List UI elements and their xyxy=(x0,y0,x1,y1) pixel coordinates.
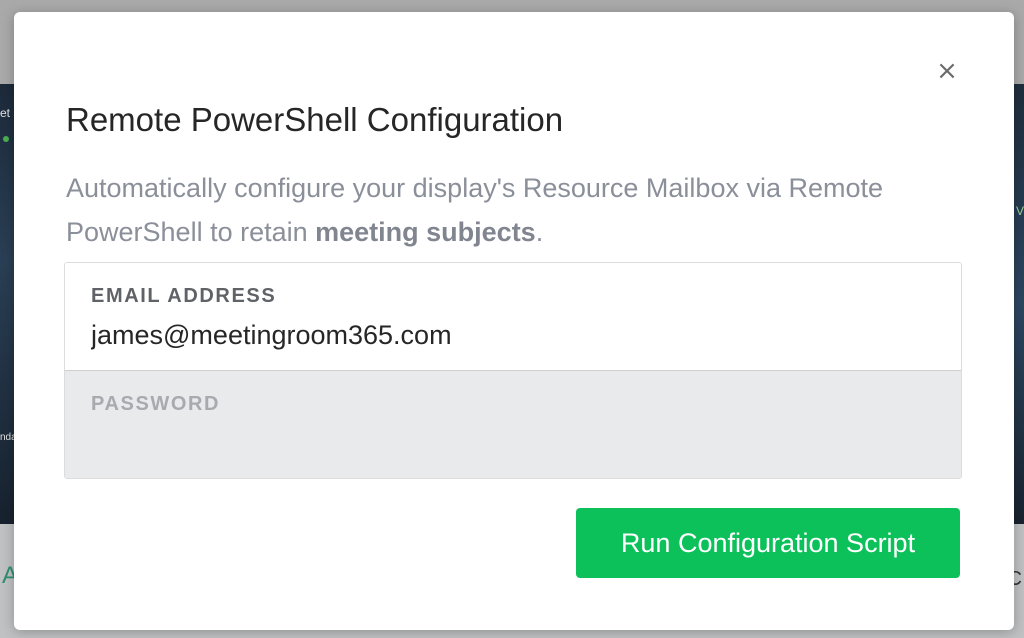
background-text-fragment: et xyxy=(0,106,11,120)
modal-title: Remote PowerShell Configuration xyxy=(66,101,564,138)
password-input[interactable] xyxy=(89,425,933,461)
modal-description: Automatically configure your display's R… xyxy=(66,166,966,254)
run-configuration-script-button[interactable]: Run Configuration Script xyxy=(576,508,960,578)
email-label: EMAIL ADDRESS xyxy=(91,285,277,307)
password-field-group[interactable]: PASSWORD xyxy=(65,371,961,478)
remote-powershell-modal: × Remote PowerShell Configuration Automa… xyxy=(14,12,1014,630)
password-label: PASSWORD xyxy=(91,393,221,415)
background-text-fragment: V xyxy=(1015,204,1024,218)
close-icon[interactable]: × xyxy=(936,58,958,84)
email-field-group[interactable]: EMAIL ADDRESS xyxy=(65,263,961,371)
description-suffix: . xyxy=(535,217,544,247)
credentials-form: EMAIL ADDRESS PASSWORD xyxy=(64,262,962,479)
status-dot-icon xyxy=(3,136,9,142)
email-input[interactable] xyxy=(89,317,933,353)
description-emphasis: meeting subjects xyxy=(315,217,536,247)
